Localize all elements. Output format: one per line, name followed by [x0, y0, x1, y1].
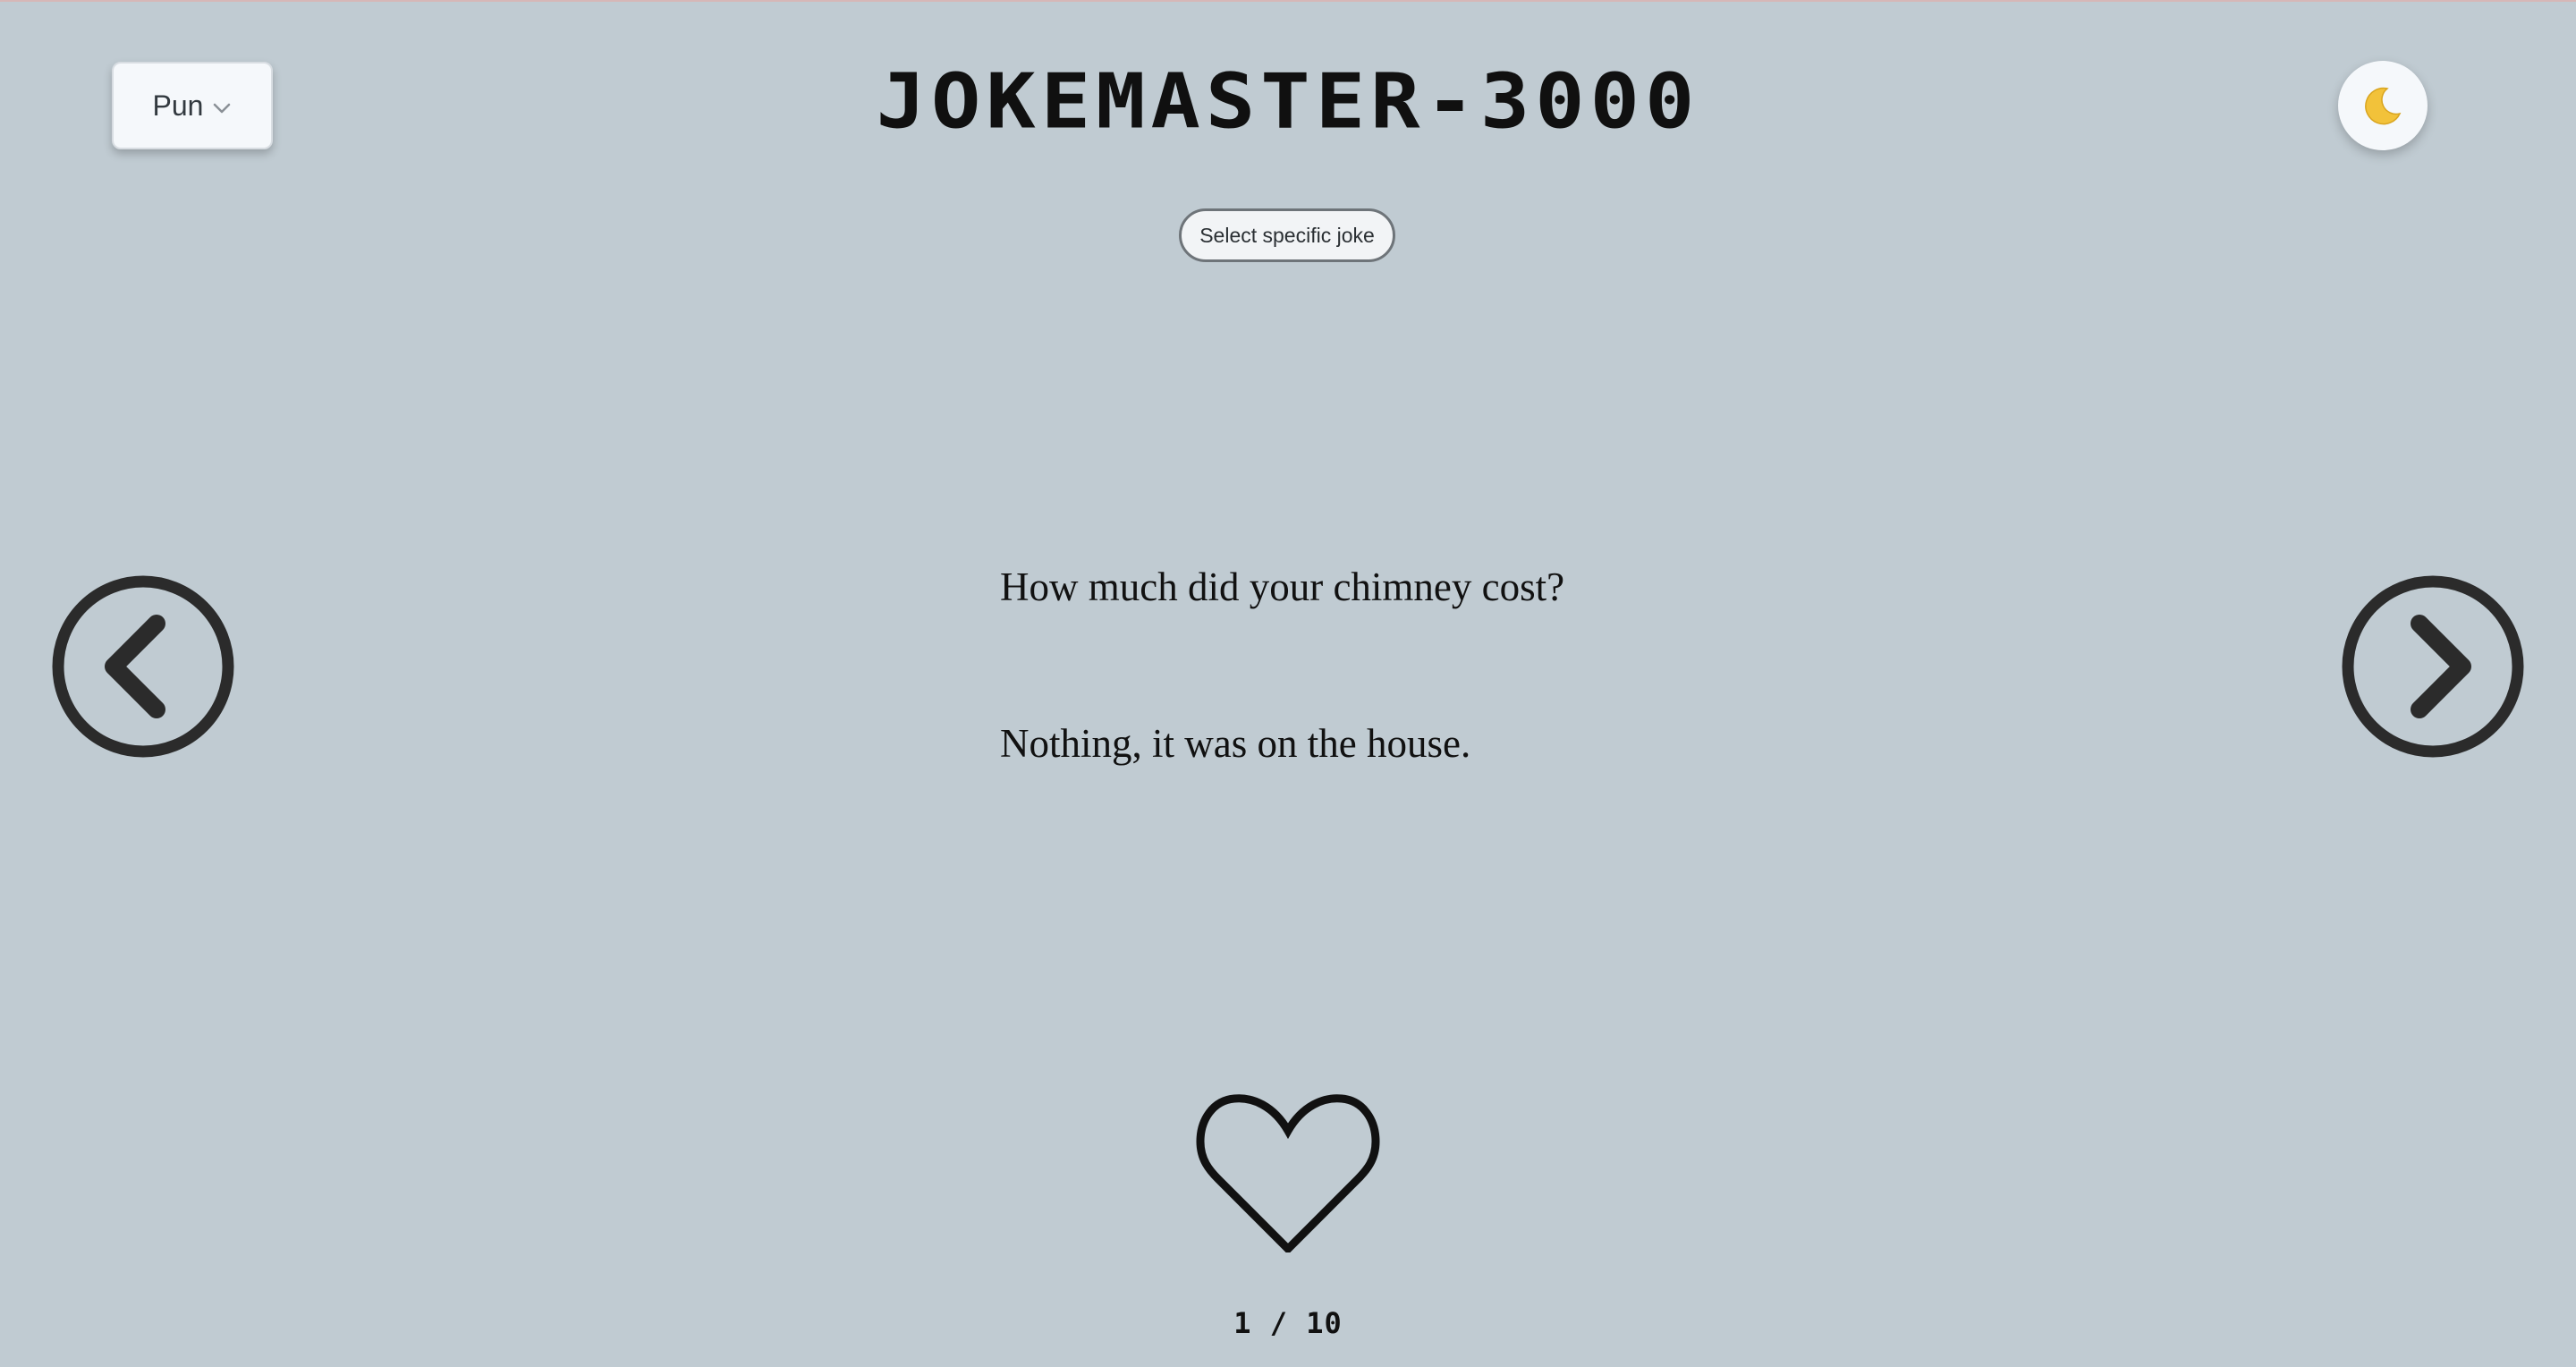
joke-counter: 1 / 10	[1233, 1306, 1343, 1340]
theme-toggle-button[interactable]	[2338, 61, 2428, 150]
moon-icon	[2365, 87, 2402, 125]
joke-setup: How much did your chimney cost?	[1000, 565, 1565, 609]
previous-joke-button[interactable]	[51, 574, 235, 759]
app-title: JOKEMASTER-3000	[876, 57, 1700, 146]
next-joke-button[interactable]	[2341, 574, 2525, 759]
select-specific-joke-button[interactable]: Select specific joke	[1179, 208, 1395, 262]
joke-punchline: Nothing, it was on the house.	[1000, 721, 1471, 766]
favorite-heart-button[interactable]	[1195, 1088, 1381, 1252]
